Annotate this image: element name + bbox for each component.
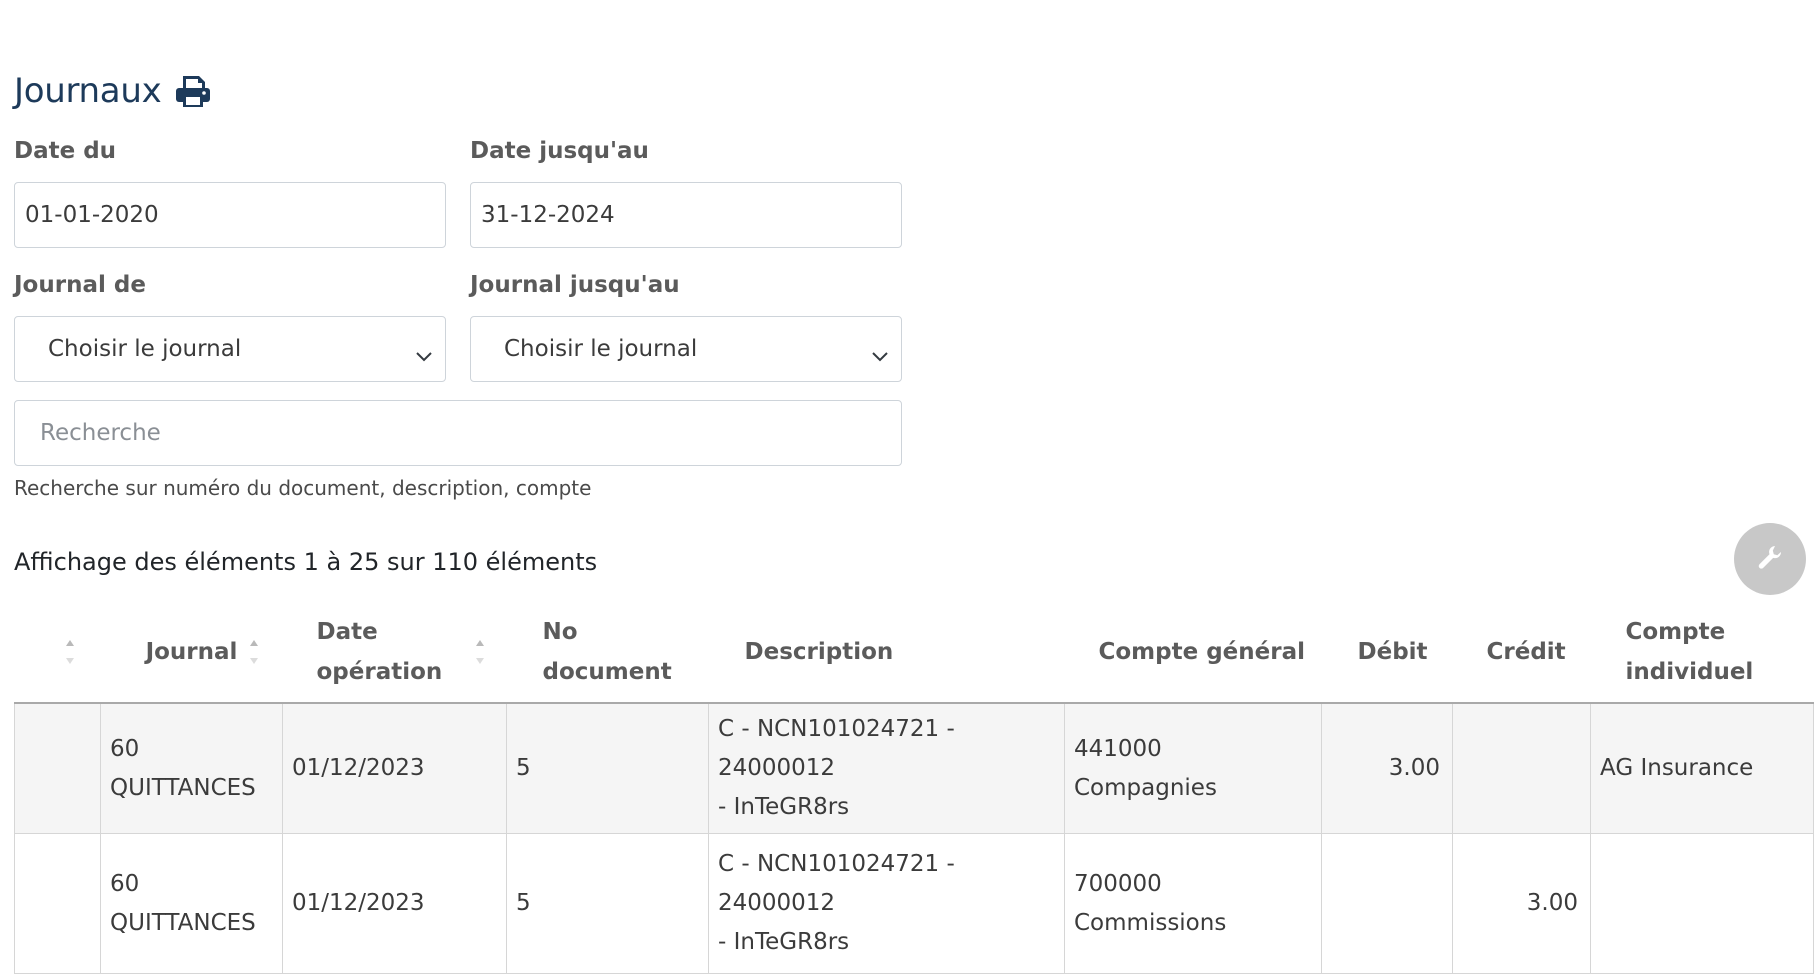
date-from-value: 01-01-2020 — [25, 202, 159, 228]
search-placeholder: Recherche — [40, 420, 161, 446]
row-select-cell[interactable] — [14, 702, 101, 834]
journal-to-select[interactable]: Choisir le journal — [470, 316, 902, 382]
date-cell: 01/12/2023 — [282, 833, 507, 974]
date-to-label: Date jusqu'au — [470, 138, 649, 164]
journal-to-label: Journal jusqu'au — [470, 272, 680, 298]
column-header-date[interactable]: Date opération — [282, 602, 507, 704]
page-header: Journaux — [14, 68, 211, 114]
journal-cell: 60 QUITTANCES — [100, 702, 283, 834]
table-info: Affichage des éléments 1 à 25 sur 110 él… — [14, 548, 598, 576]
sort-icon — [249, 640, 258, 664]
compte-individuel-cell: AG Insurance — [1590, 702, 1814, 834]
column-header-credit[interactable]: Crédit — [1452, 602, 1591, 704]
debit-cell — [1321, 833, 1453, 974]
search-help-text: Recherche sur numéro du document, descri… — [14, 476, 592, 500]
column-header-compte-individuel[interactable]: Compte individuel — [1590, 602, 1814, 704]
sort-icon — [65, 640, 74, 664]
journal-from-label: Journal de — [14, 272, 146, 298]
journal-to-value: Choisir le journal — [504, 336, 698, 362]
debit-cell: 3.00 — [1321, 702, 1453, 834]
table-row[interactable]: 60 QUITTANCES 01/12/2023 5 C - NCN101024… — [14, 702, 1814, 834]
settings-button[interactable] — [1734, 523, 1806, 595]
column-header-description[interactable]: Description — [708, 602, 1065, 704]
compte-cell: 441000 Compagnies — [1064, 702, 1322, 834]
table-header-row: Journal Date opération No document Descr… — [14, 602, 1814, 704]
journal-from-value: Choisir le journal — [48, 336, 242, 362]
date-from-input[interactable]: 01-01-2020 — [14, 182, 446, 248]
journal-table: Journal Date opération No document Descr… — [14, 602, 1814, 974]
document-cell: 5 — [506, 702, 709, 834]
column-header-journal[interactable]: Journal — [100, 602, 283, 704]
date-cell: 01/12/2023 — [282, 702, 507, 834]
column-header-select[interactable] — [14, 602, 101, 704]
document-cell: 5 — [506, 833, 709, 974]
credit-cell: 3.00 — [1452, 833, 1591, 974]
compte-individuel-cell — [1590, 833, 1814, 974]
page-title: Journaux — [14, 71, 162, 111]
description-cell: C - NCN101024721 - 24000012 - InTeGR8rs — [708, 833, 1065, 974]
compte-cell: 700000 Commissions — [1064, 833, 1322, 974]
column-header-debit[interactable]: Débit — [1321, 602, 1453, 704]
sort-icon — [475, 640, 484, 664]
date-to-value: 31-12-2024 — [481, 202, 615, 228]
column-header-compte[interactable]: Compte général — [1064, 602, 1322, 704]
column-header-document[interactable]: No document — [506, 602, 709, 704]
search-input[interactable]: Recherche — [14, 400, 902, 466]
row-select-cell[interactable] — [14, 833, 101, 974]
journal-from-select[interactable]: Choisir le journal — [14, 316, 446, 382]
chevron-down-icon — [871, 343, 889, 362]
chevron-down-icon — [415, 343, 433, 362]
date-from-label: Date du — [14, 138, 117, 164]
journal-cell: 60 QUITTANCES — [100, 833, 283, 974]
wrench-icon — [1756, 543, 1784, 575]
table-row[interactable]: 60 QUITTANCES 01/12/2023 5 C - NCN101024… — [14, 833, 1814, 974]
printer-icon[interactable] — [175, 74, 211, 108]
date-to-input[interactable]: 31-12-2024 — [470, 182, 902, 248]
description-cell: C - NCN101024721 - 24000012 - InTeGR8rs — [708, 702, 1065, 834]
credit-cell — [1452, 702, 1591, 834]
